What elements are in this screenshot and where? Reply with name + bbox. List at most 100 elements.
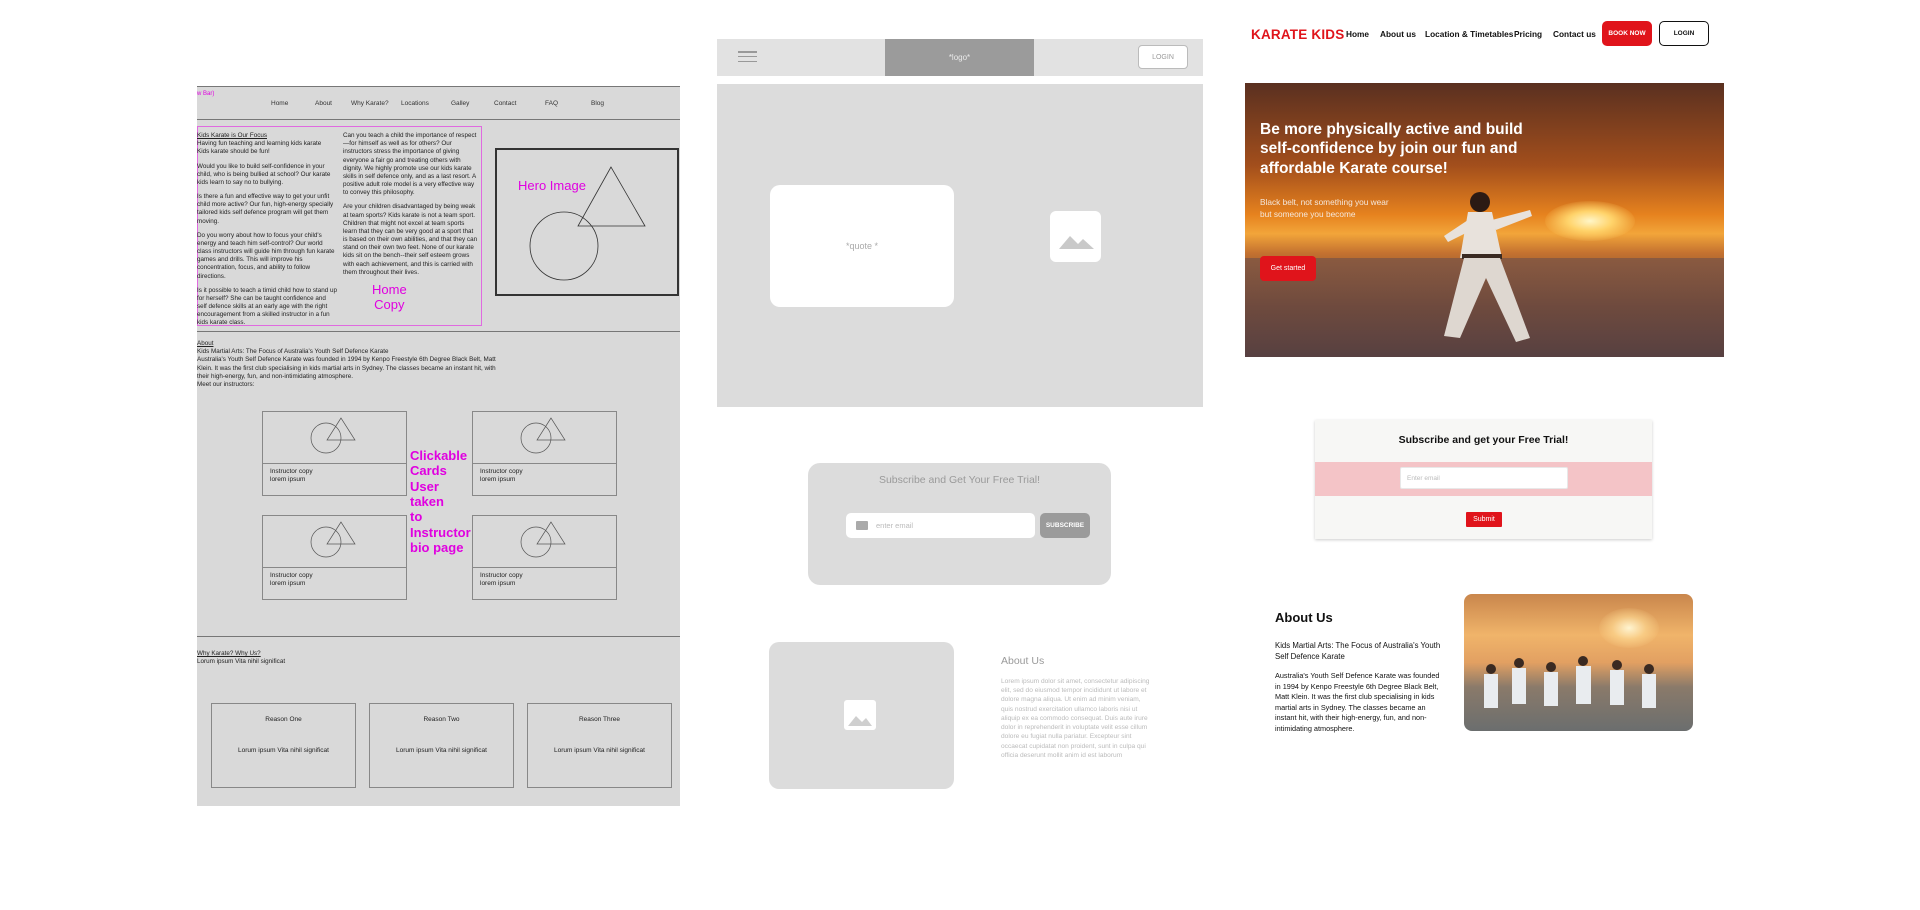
nav-gallery[interactable]: Galley <box>451 100 469 108</box>
subscribe-card: Subscribe and Get Your Free Trial! enter… <box>808 463 1111 585</box>
subscribe-card: Subscribe and get your Free Trial! Enter… <box>1315 420 1652 539</box>
sunset-sun <box>1545 201 1635 241</box>
shape-placeholder-icon <box>529 166 646 281</box>
shape-placeholder-icon <box>520 521 566 558</box>
subscribe-title: Subscribe and get your Free Trial! <box>1398 434 1569 446</box>
instructor-card[interactable]: Instructor copy lorem ipsum <box>262 411 407 496</box>
subscribe-title: Subscribe and Get Your Free Trial! <box>878 474 1041 486</box>
reason-card: Reason One Lorum ipsum Vita nihil signif… <box>211 703 356 788</box>
home-copy-left-column: Kids Karate is Our Focus Having fun teach… <box>197 132 337 334</box>
clickable-cards-note: Clickable Cards User taken to Instructor… <box>410 448 471 555</box>
reason-title: Reason Three <box>578 716 621 723</box>
instructor-lorem: lorem ipsum <box>480 475 516 483</box>
nav-pricing[interactable]: Pricing <box>1514 29 1542 39</box>
instructor-lorem: lorem ipsum <box>480 579 516 587</box>
why-section: Why Karate? Why Us? Lorum ipsum Vita nih… <box>197 650 497 666</box>
shape-placeholder-icon <box>310 417 356 454</box>
logo-placeholder[interactable]: *logo* <box>885 39 1034 76</box>
image-placeholder-icon <box>1050 211 1101 262</box>
about-section-wireframe: About Us Lorem ipsum dolor sit amet, con… <box>769 642 1189 792</box>
book-now-button[interactable]: BOOK NOW <box>1602 21 1652 46</box>
about-body: Australia's Youth Self Defence Karate wa… <box>1275 671 1440 733</box>
get-started-button[interactable]: Get started <box>1260 256 1316 281</box>
hero-headline: Be more physically active and build self… <box>1260 121 1523 177</box>
about-subheading: Kids Martial Arts: The Focus of Australi… <box>1275 641 1441 661</box>
why-body: Lorum ipsum Vita nihil significat <box>197 658 286 666</box>
nav-locations[interactable]: Locations <box>401 100 429 108</box>
home-copy-p2: Would you like to build self-confidence … <box>197 162 331 186</box>
home-copy-right-p1: Can you teach a child the importance of … <box>343 132 477 197</box>
why-heading: Why Karate? Why Us? <box>197 650 261 657</box>
reason-body: Lorum ipsum Vita nihil significat <box>554 747 645 755</box>
about-heading: About Us <box>1275 610 1333 625</box>
hero-tagline: Black belt, not something you wear but s… <box>1260 197 1389 219</box>
about-body: Australia's Youth Self Defence Karate wa… <box>197 356 496 380</box>
reason-title: Reason One <box>265 716 302 723</box>
instructor-card[interactable]: Instructor copy lorem ipsum <box>472 411 617 496</box>
nav-about[interactable]: About <box>315 100 332 108</box>
karate-class-figures-icon <box>1484 656 1656 708</box>
about-meet: Meet our instructors: <box>197 380 255 388</box>
home-copy-p4: Do you worry about how to focus your chi… <box>197 231 335 280</box>
lofi-wireframe-panel: w Bar) Home About Why Karate? Locations … <box>197 86 680 806</box>
about-sub: Kids Martial Arts: The Focus of Australi… <box>197 348 389 356</box>
home-copy-p3: Is there a fun and effective way to get … <box>197 193 334 225</box>
instructor-copy: Instructor copy <box>270 572 313 579</box>
email-placeholder: enter email <box>876 521 914 530</box>
nav-home[interactable]: Home <box>1346 29 1369 39</box>
login-button[interactable]: LOGIN <box>1659 21 1709 46</box>
instructor-copy: Instructor copy <box>480 572 523 579</box>
subscribe-button[interactable]: SUBSCRIBE <box>1040 513 1090 538</box>
brand-logo[interactable]: KARATE KIDS <box>1251 27 1344 42</box>
instructor-card[interactable]: Instructor copy lorem ipsum <box>262 515 407 600</box>
nav-about-us[interactable]: About us <box>1380 29 1416 39</box>
instructor-copy: Instructor copy <box>270 468 313 475</box>
home-copy-right-p2: Are your children disadvantaged by being… <box>343 203 478 276</box>
nav-why-karate[interactable]: Why Karate? <box>351 100 389 108</box>
reason-card: Reason Three Lorum ipsum Vita nihil sign… <box>527 703 672 788</box>
navbar-annotation: w Bar) <box>197 91 215 97</box>
nav-contact-us[interactable]: Contact us <box>1553 29 1596 39</box>
about-heading: About Us <box>1001 655 1045 667</box>
reason-body: Lorum ipsum Vita nihil significat <box>396 747 487 755</box>
shape-placeholder-icon <box>310 521 356 558</box>
mail-icon <box>856 521 868 530</box>
about-section: About Kids Martial Arts: The Focus of Au… <box>197 340 497 389</box>
login-button[interactable]: LOGIN <box>1138 45 1188 69</box>
midfi-wireframe-panel: *logo* LOGIN *quote * <box>717 39 1203 409</box>
instructor-lorem: lorem ipsum <box>270 475 306 483</box>
nav-location-timetables[interactable]: Location & Timetables <box>1425 29 1513 39</box>
nav-contact[interactable]: Contact <box>494 100 516 108</box>
shape-placeholder-icon <box>520 417 566 454</box>
karate-kid-figure-icon <box>1444 192 1532 342</box>
subscribe-band: Enter email <box>1315 462 1652 496</box>
about-lorem: Lorem ipsum dolor sit amet, consectetur … <box>1001 678 1150 759</box>
hifi-mockup-panel: KARATE KIDS Home About us Location & Tim… <box>1240 0 1920 910</box>
instructor-card[interactable]: Instructor copy lorem ipsum <box>472 515 617 600</box>
instructor-copy: Instructor copy <box>480 468 523 475</box>
reason-body: Lorum ipsum Vita nihil significat <box>238 747 329 755</box>
nav-home[interactable]: Home <box>271 100 288 108</box>
home-copy-p1: Having fun teaching and learning kids ka… <box>197 140 322 156</box>
home-copy-heading: Kids Karate is Our Focus <box>197 132 267 139</box>
about-image-placeholder <box>769 642 954 789</box>
hero-banner: Be more physically active and build self… <box>1245 83 1724 357</box>
image-placeholder-icon <box>844 700 876 730</box>
nav-blog[interactable]: Blog <box>591 100 604 108</box>
email-input[interactable]: Enter email <box>1400 467 1568 489</box>
hamburger-menu-icon[interactable] <box>738 51 757 63</box>
instructor-lorem: lorem ipsum <box>270 579 306 587</box>
home-copy-p5: Is it possible to teach a timid child ho… <box>197 286 338 327</box>
quote-placeholder: *quote * <box>770 185 954 307</box>
sunset-glow <box>1599 608 1659 648</box>
home-copy-label: Home Copy <box>372 282 407 312</box>
submit-button[interactable]: Submit <box>1466 512 1502 527</box>
reason-title: Reason Two <box>423 716 460 723</box>
hero-image-placeholder: Hero Image <box>495 148 679 296</box>
about-photo <box>1464 594 1693 731</box>
reason-card: Reason Two Lorum ipsum Vita nihil signif… <box>369 703 514 788</box>
about-heading: About <box>197 340 214 347</box>
home-copy-right-column: Can you teach a child the importance of … <box>343 132 479 283</box>
nav-faq[interactable]: FAQ <box>545 100 558 108</box>
email-field[interactable]: enter email <box>846 513 1035 538</box>
